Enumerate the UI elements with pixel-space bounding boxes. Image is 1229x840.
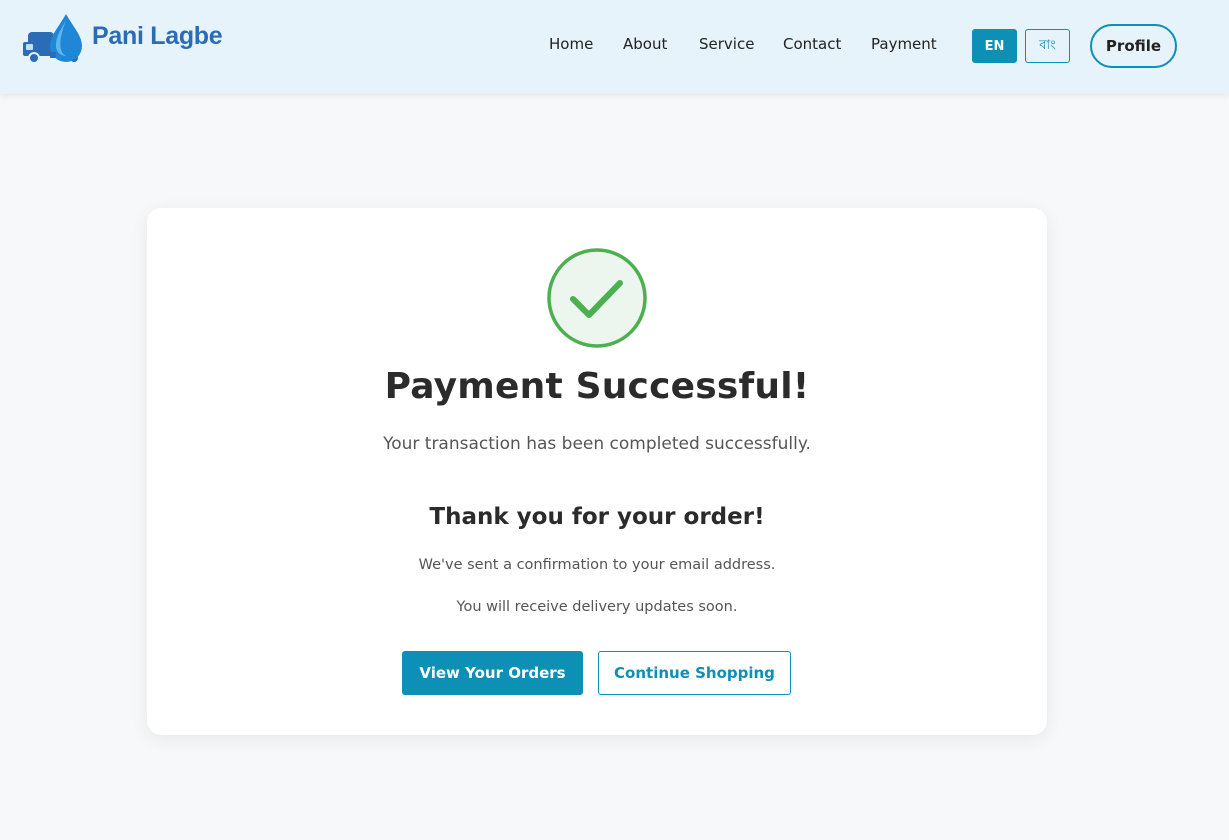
page-title: Payment Successful!: [384, 366, 810, 407]
status-subtitle: Your transaction has been completed succ…: [383, 434, 811, 454]
profile-button[interactable]: Profile: [1090, 24, 1177, 68]
brand-logo[interactable]: Pani Lagbe: [22, 12, 223, 68]
nav-home-link[interactable]: Home: [549, 35, 593, 53]
payment-success-card: Payment Successful! Your transaction has…: [147, 208, 1047, 735]
lang-en-button[interactable]: EN: [972, 29, 1017, 63]
nav-about-link[interactable]: About: [623, 35, 667, 53]
thanks-heading: Thank you for your order!: [429, 504, 765, 530]
view-orders-button[interactable]: View Your Orders: [402, 651, 583, 695]
navbar: Pani Lagbe Home About Service Contact Pa…: [0, 0, 1229, 94]
nav-contact-link[interactable]: Contact: [783, 35, 841, 53]
nav-service-link[interactable]: Service: [699, 35, 754, 53]
continue-shopping-button[interactable]: Continue Shopping: [598, 651, 791, 695]
delivery-updates-text: You will receive delivery updates soon.: [456, 599, 738, 615]
water-truck-icon: [23, 14, 82, 64]
check-circle-icon: [547, 248, 647, 348]
lang-bn-button[interactable]: বাং: [1025, 29, 1070, 63]
brand-name: Pani Lagbe: [92, 21, 223, 50]
email-confirmation-text: We've sent a confirmation to your email …: [418, 557, 776, 573]
nav-payment-link[interactable]: Payment: [871, 35, 937, 53]
